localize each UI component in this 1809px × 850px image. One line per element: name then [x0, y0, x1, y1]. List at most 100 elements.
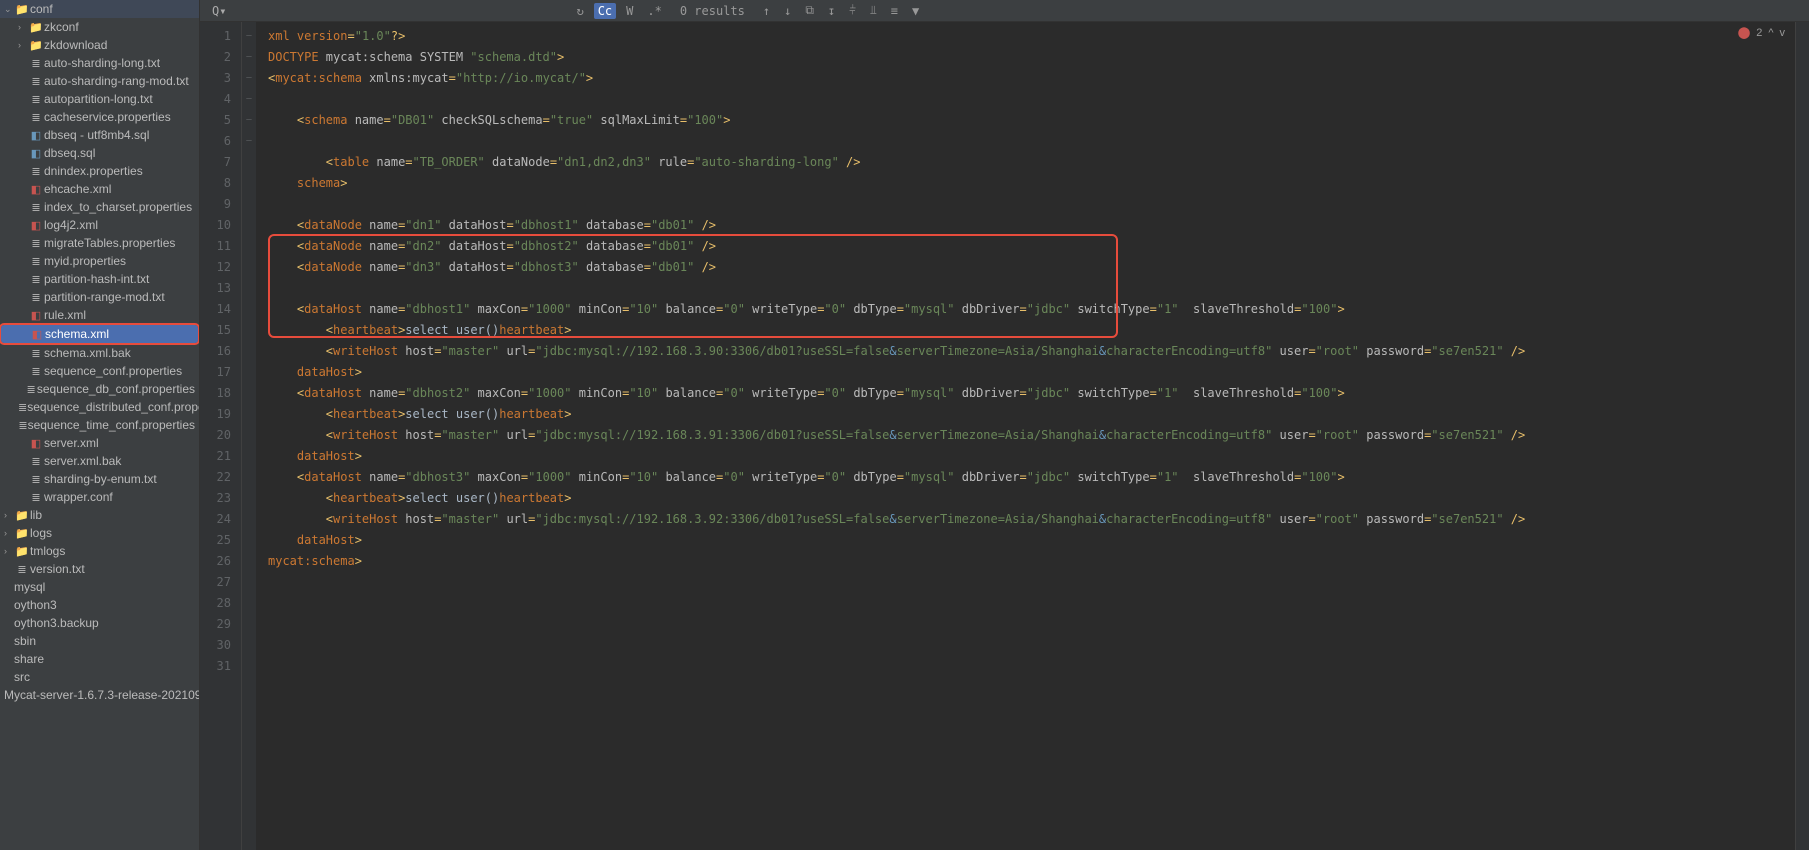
tree-file[interactable]: ≣auto-sharding-long.txt: [0, 54, 199, 72]
regex-button[interactable]: .*: [643, 4, 665, 18]
code-line[interactable]: mycat:schema>: [268, 551, 1783, 572]
code-line[interactable]: <dataNode name="dn3" dataHost="dbhost3" …: [268, 257, 1783, 278]
fold-toggle[interactable]: –: [242, 131, 256, 152]
code-line[interactable]: dataHost>: [268, 530, 1783, 551]
tree-file[interactable]: ≣cacheservice.properties: [0, 108, 199, 126]
code-line[interactable]: <writeHost host="master" url="jdbc:mysql…: [268, 341, 1783, 362]
code-line[interactable]: xml version="1.0"?>: [268, 26, 1783, 47]
fold-toggle[interactable]: –: [242, 47, 256, 68]
tree-file[interactable]: ≣autopartition-long.txt: [0, 90, 199, 108]
tree-file[interactable]: ◧log4j2.xml: [0, 216, 199, 234]
tree-file[interactable]: ≣sequence_time_conf.properties: [0, 416, 199, 434]
tree-item-label: oython3: [14, 598, 57, 612]
toolbar-icon[interactable]: ⫩: [845, 3, 860, 18]
chevron-icon[interactable]: ›: [18, 40, 28, 50]
code-line[interactable]: [268, 89, 1783, 110]
tree-file[interactable]: Mycat-server-1.6.7.3-release-20210913: [0, 686, 199, 704]
tree-file[interactable]: ◧ehcache.xml: [0, 180, 199, 198]
down-icon[interactable]: v: [1780, 27, 1786, 39]
fold-toggle[interactable]: –: [242, 68, 256, 89]
tree-file[interactable]: ≣server.xml.bak: [0, 452, 199, 470]
tree-folder[interactable]: ›📁lib: [0, 506, 199, 524]
settings-icon[interactable]: ≡: [887, 4, 902, 18]
tree-file[interactable]: share: [0, 650, 199, 668]
tree-file[interactable]: sbin: [0, 632, 199, 650]
prev-result-icon[interactable]: ↑: [759, 4, 774, 18]
inspection-status[interactable]: ⬤ 2 ^ v: [1738, 26, 1785, 39]
open-tool-icon[interactable]: ⧉: [801, 3, 818, 18]
toolbar-icon[interactable]: ↧: [824, 4, 839, 18]
chevron-icon[interactable]: ›: [4, 510, 14, 520]
tree-file[interactable]: ≣wrapper.conf: [0, 488, 199, 506]
code-editor[interactable]: xml version="1.0"?>DOCTYPE mycat:schema …: [256, 22, 1795, 850]
words-button[interactable]: W: [622, 4, 637, 18]
tree-file[interactable]: ◧rule.xml: [0, 306, 199, 324]
fold-toggle[interactable]: –: [242, 89, 256, 110]
tree-file[interactable]: ≣sequence_distributed_conf.properties: [0, 398, 199, 416]
tree-file[interactable]: ≣sharding-by-enum.txt: [0, 470, 199, 488]
tree-file[interactable]: src: [0, 668, 199, 686]
file-tree-sidebar[interactable]: ⌄📁conf›📁zkconf›📁zkdownload≣auto-sharding…: [0, 0, 200, 850]
code-line[interactable]: <schema name="DB01" checkSQLschema="true…: [268, 110, 1783, 131]
code-line[interactable]: [268, 278, 1783, 299]
tree-file[interactable]: ≣schema.xml.bak: [0, 344, 199, 362]
fold-toggle[interactable]: –: [242, 26, 256, 47]
code-line[interactable]: DOCTYPE mycat:schema SYSTEM "schema.dtd"…: [268, 47, 1783, 68]
code-line[interactable]: <dataHost name="dbhost3" maxCon="1000" m…: [268, 467, 1783, 488]
code-line[interactable]: <dataHost name="dbhost2" maxCon="1000" m…: [268, 383, 1783, 404]
code-line[interactable]: <mycat:schema xmlns:mycat="http://io.myc…: [268, 68, 1783, 89]
search-icon[interactable]: Q▾: [208, 4, 230, 18]
line-number: 6: [200, 131, 231, 152]
tree-file[interactable]: ≣myid.properties: [0, 252, 199, 270]
up-icon[interactable]: ^: [1768, 27, 1773, 39]
tree-file[interactable]: ◧dbseq - utf8mb4.sql: [0, 126, 199, 144]
filter-icon[interactable]: ▼: [908, 4, 923, 18]
tree-folder[interactable]: ›📁tmlogs: [0, 542, 199, 560]
tree-file[interactable]: ≣partition-hash-int.txt: [0, 270, 199, 288]
tree-folder[interactable]: ›📁zkconf: [0, 18, 199, 36]
code-line[interactable]: <dataNode name="dn1" dataHost="dbhost1" …: [268, 215, 1783, 236]
line-number: 26: [200, 551, 231, 572]
code-line[interactable]: <heartbeat>select user()heartbeat>: [268, 488, 1783, 509]
tree-folder[interactable]: ›📁logs: [0, 524, 199, 542]
fold-toggle[interactable]: –: [242, 110, 256, 131]
code-line[interactable]: <table name="TB_ORDER" dataNode="dn1,dn2…: [268, 152, 1783, 173]
tree-file[interactable]: ◧schema.xml: [1, 325, 198, 343]
tree-folder[interactable]: ›📁zkdownload: [0, 36, 199, 54]
next-result-icon[interactable]: ↓: [780, 4, 795, 18]
tree-item-label: autopartition-long.txt: [44, 92, 153, 106]
code-line[interactable]: <dataHost name="dbhost1" maxCon="1000" m…: [268, 299, 1783, 320]
tree-file[interactable]: ◧server.xml: [0, 434, 199, 452]
tree-file[interactable]: ◧dbseq.sql: [0, 144, 199, 162]
toolbar-icon[interactable]: ⫫: [866, 3, 881, 18]
tree-file[interactable]: ≣version.txt: [0, 560, 199, 578]
tree-file[interactable]: ≣sequence_db_conf.properties: [0, 380, 199, 398]
tree-file[interactable]: mysql: [0, 578, 199, 596]
reload-icon[interactable]: ↻: [572, 4, 587, 18]
tree-file[interactable]: ≣sequence_conf.properties: [0, 362, 199, 380]
code-line[interactable]: <dataNode name="dn2" dataHost="dbhost2" …: [268, 236, 1783, 257]
code-line[interactable]: <writeHost host="master" url="jdbc:mysql…: [268, 425, 1783, 446]
tree-file[interactable]: ≣auto-sharding-rang-mod.txt: [0, 72, 199, 90]
tree-file[interactable]: ≣dnindex.properties: [0, 162, 199, 180]
chevron-icon[interactable]: ›: [18, 22, 28, 32]
match-case-button[interactable]: Cc: [594, 3, 616, 19]
code-line[interactable]: schema>: [268, 173, 1783, 194]
tree-folder[interactable]: ⌄📁conf: [0, 0, 199, 18]
code-line[interactable]: dataHost>: [268, 362, 1783, 383]
code-line[interactable]: [268, 131, 1783, 152]
chevron-icon[interactable]: ›: [4, 546, 14, 556]
chevron-icon[interactable]: ›: [4, 528, 14, 538]
tree-file[interactable]: ≣index_to_charset.properties: [0, 198, 199, 216]
code-line[interactable]: <writeHost host="master" url="jdbc:mysql…: [268, 509, 1783, 530]
fold-column[interactable]: ––––––: [242, 22, 256, 850]
tree-file[interactable]: ≣migrateTables.properties: [0, 234, 199, 252]
tree-file[interactable]: ≣partition-range-mod.txt: [0, 288, 199, 306]
tree-file[interactable]: oython3.backup: [0, 614, 199, 632]
code-line[interactable]: [268, 194, 1783, 215]
tree-file[interactable]: oython3: [0, 596, 199, 614]
chevron-icon[interactable]: ⌄: [4, 4, 14, 15]
code-line[interactable]: <heartbeat>select user()heartbeat>: [268, 404, 1783, 425]
code-line[interactable]: <heartbeat>select user()heartbeat>: [268, 320, 1783, 341]
code-line[interactable]: dataHost>: [268, 446, 1783, 467]
